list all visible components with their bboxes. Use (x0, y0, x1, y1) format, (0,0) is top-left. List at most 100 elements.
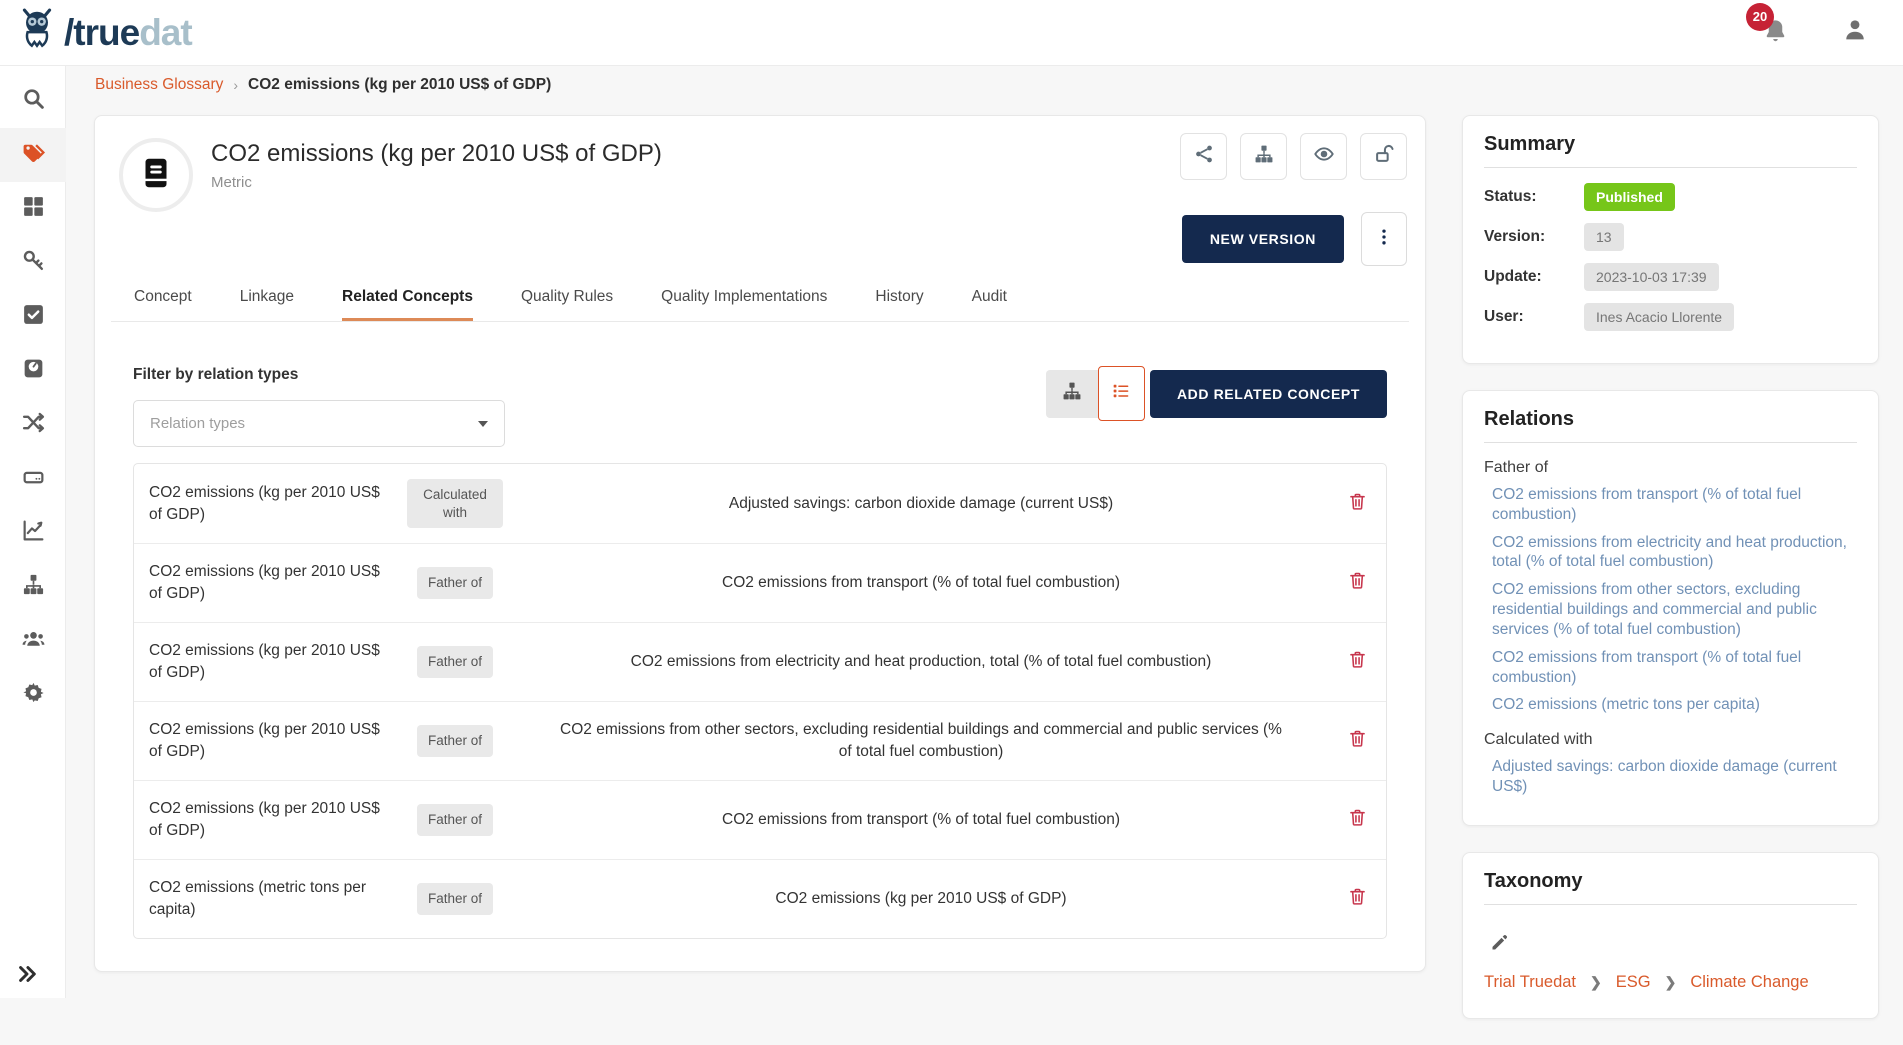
sidebar-item-access[interactable] (0, 236, 66, 290)
drive-icon (21, 464, 46, 494)
tree-view-icon (1061, 380, 1083, 407)
sidebar-item-lineage[interactable] (0, 398, 66, 452)
tree-view-toggle[interactable] (1046, 370, 1098, 418)
check-square-icon (21, 302, 46, 332)
delete-relation-button[interactable] (1328, 728, 1386, 754)
taxonomy-path: Trial Truedat ❯ ESG ❯ Climate Change (1484, 973, 1857, 998)
share-button[interactable] (1180, 133, 1227, 180)
relation-link[interactable]: CO2 emissions from transport (% of total… (1492, 648, 1857, 688)
taxonomy-view-button[interactable] (1240, 133, 1287, 180)
breadcrumb-current: CO2 emissions (kg per 2010 US$ of GDP) (248, 76, 551, 94)
trash-icon (1347, 570, 1368, 596)
key-icon (21, 248, 46, 278)
summary-title: Summary (1484, 133, 1857, 168)
trash-icon (1347, 886, 1368, 912)
relation-target: CO2 emissions from transport (% of total… (514, 809, 1328, 831)
eye-icon (1313, 143, 1335, 170)
sidebar-item-catalog[interactable] (0, 182, 66, 236)
relations-title: Relations (1484, 408, 1857, 443)
relation-source: CO2 emissions (kg per 2010 US$ of GDP) (134, 798, 396, 841)
relation-target: Adjusted savings: carbon dioxide damage … (514, 493, 1328, 515)
tab-quality-implementations[interactable]: Quality Implementations (661, 288, 827, 321)
breadcrumb: Business Glossary › CO2 emissions (kg pe… (95, 76, 551, 94)
sidebar-item-quality[interactable] (0, 290, 66, 344)
relation-row: CO2 emissions (kg per 2010 US$ of GDP) F… (134, 780, 1386, 859)
tags-icon (21, 140, 46, 170)
double-chevron-right-icon (16, 972, 38, 989)
relation-link[interactable]: CO2 emissions from electricity and heat … (1492, 533, 1857, 573)
concept-avatar (119, 138, 193, 212)
chevron-right-icon: ❯ (1665, 974, 1677, 991)
tab-related-concepts[interactable]: Related Concepts (342, 288, 473, 321)
relation-source: CO2 emissions (kg per 2010 US$ of GDP) (134, 561, 396, 604)
tab-linkage[interactable]: Linkage (240, 288, 294, 321)
sidebar-item-users[interactable] (0, 614, 66, 668)
left-sidebar (0, 66, 66, 998)
edit-taxonomy-button[interactable] (1490, 932, 1510, 957)
delete-relation-button[interactable] (1328, 807, 1386, 833)
new-version-button[interactable]: NEW VERSION (1182, 215, 1344, 263)
sidebar-item-search[interactable] (0, 74, 66, 128)
user-badge: Ines Acacio Llorente (1584, 303, 1734, 331)
relation-link[interactable]: CO2 emissions from transport (% of total… (1492, 485, 1857, 525)
relation-source: CO2 emissions (kg per 2010 US$ of GDP) (134, 640, 396, 683)
calculated-with-label: Calculated with (1484, 731, 1857, 749)
relation-type-badge: Father of (417, 725, 493, 757)
tab-audit[interactable]: Audit (972, 288, 1007, 321)
relation-source: CO2 emissions (kg per 2010 US$ of GDP) (134, 482, 396, 525)
relations-panel: Relations Father of CO2 emissions from t… (1462, 390, 1879, 826)
relation-types-select[interactable]: Relation types (133, 400, 505, 447)
sidebar-expand-button[interactable] (16, 963, 38, 990)
sidebar-item-settings[interactable] (0, 668, 66, 722)
sidebar-item-dashboards[interactable] (0, 506, 66, 560)
delete-relation-button[interactable] (1328, 491, 1386, 517)
taxonomy-link-subdomain[interactable]: ESG (1616, 973, 1651, 992)
breadcrumb-business-glossary[interactable]: Business Glossary (95, 76, 223, 94)
share-icon (1193, 143, 1215, 170)
grid-icon (21, 194, 46, 224)
search-icon (21, 86, 46, 116)
relation-type-badge: Father of (417, 804, 493, 836)
sidebar-item-scoring[interactable] (0, 344, 66, 398)
truedat-logo[interactable]: /truedat (14, 7, 192, 58)
relation-type-badge: Father of (417, 646, 493, 678)
tab-concept[interactable]: Concept (134, 288, 192, 321)
list-view-toggle[interactable] (1098, 366, 1145, 421)
relation-link[interactable]: CO2 emissions from other sectors, exclud… (1492, 580, 1857, 639)
relation-row: CO2 emissions (kg per 2010 US$ of GDP) F… (134, 701, 1386, 780)
tab-quality-rules[interactable]: Quality Rules (521, 288, 613, 321)
notifications-bell-icon[interactable]: 20 (1762, 17, 1789, 49)
relation-source: CO2 emissions (metric tons per capita) (134, 877, 396, 920)
tab-history[interactable]: History (875, 288, 923, 321)
relation-target: CO2 emissions from transport (% of total… (514, 572, 1328, 594)
relation-type-badge: Father of (417, 883, 493, 915)
sidebar-item-structures[interactable] (0, 560, 66, 614)
relation-row: CO2 emissions (kg per 2010 US$ of GDP) F… (134, 543, 1386, 622)
right-column: Summary Status: Published Version: 13 Up… (1462, 115, 1879, 1045)
relation-link[interactable]: Adjusted savings: carbon dioxide damage … (1492, 757, 1857, 797)
add-related-concept-button[interactable]: ADD RELATED CONCEPT (1150, 370, 1387, 418)
chevron-right-icon: ❯ (1590, 974, 1602, 991)
trash-icon (1347, 649, 1368, 675)
watch-button[interactable] (1300, 133, 1347, 180)
sidebar-item-glossary[interactable] (0, 128, 66, 182)
taxonomy-title: Taxonomy (1484, 870, 1857, 905)
more-options-button[interactable] (1361, 212, 1407, 266)
user-profile-icon[interactable] (1841, 16, 1869, 49)
version-badge: 13 (1584, 223, 1624, 251)
delete-relation-button[interactable] (1328, 649, 1386, 675)
update-badge: 2023-10-03 17:39 (1584, 263, 1719, 291)
concept-card: CO2 emissions (kg per 2010 US$ of GDP) M… (94, 115, 1426, 972)
taxonomy-link-domain[interactable]: Trial Truedat (1484, 973, 1576, 992)
relation-type-badge: Father of (417, 567, 493, 599)
delete-relation-button[interactable] (1328, 570, 1386, 596)
taxonomy-link-leaf[interactable]: Climate Change (1690, 973, 1808, 992)
confidential-button[interactable] (1360, 133, 1407, 180)
owl-logo-icon (14, 7, 60, 58)
relation-link[interactable]: CO2 emissions (metric tons per capita) (1492, 695, 1857, 715)
sidebar-item-sources[interactable] (0, 452, 66, 506)
relation-target: CO2 emissions from other sectors, exclud… (514, 719, 1328, 762)
father-of-label: Father of (1484, 459, 1857, 477)
delete-relation-button[interactable] (1328, 886, 1386, 912)
sitemap-icon (21, 572, 46, 602)
